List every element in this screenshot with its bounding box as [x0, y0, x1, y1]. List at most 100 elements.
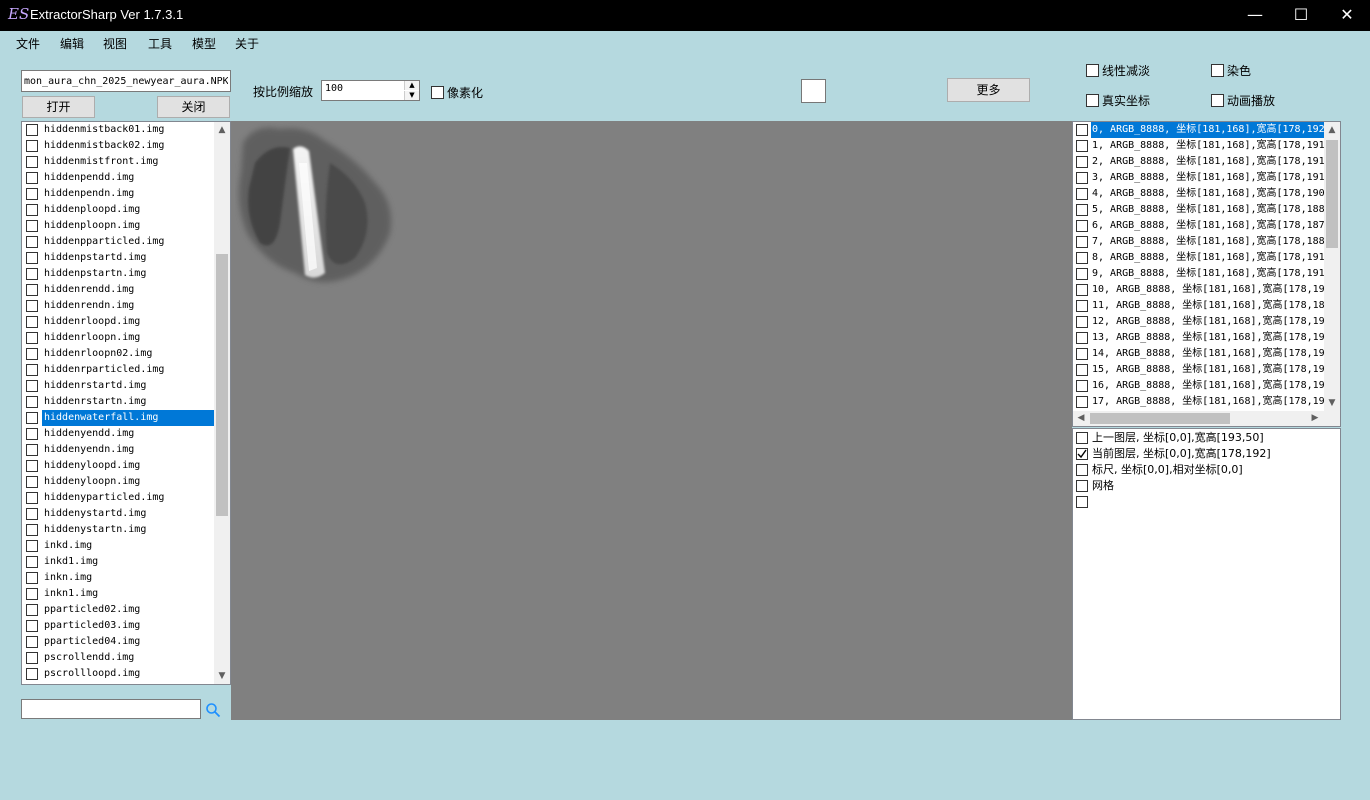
color-swatch[interactable] — [801, 79, 826, 103]
file-checkbox[interactable] — [26, 220, 38, 232]
file-list-item[interactable]: hiddenmistback01.img — [24, 122, 214, 138]
frame-checkbox[interactable] — [1076, 220, 1088, 232]
minimize-button[interactable]: — — [1232, 0, 1278, 31]
file-checkbox[interactable] — [26, 540, 38, 552]
file-list-item[interactable]: hiddenyloopn.img — [24, 474, 214, 490]
file-checkbox[interactable] — [26, 428, 38, 440]
file-list-item[interactable]: inkn.img — [24, 570, 214, 586]
file-checkbox[interactable] — [26, 380, 38, 392]
file-checkbox[interactable] — [26, 284, 38, 296]
file-list-item[interactable]: hiddenystartd.img — [24, 506, 214, 522]
frame-checkbox[interactable] — [1076, 332, 1088, 344]
frame-scroll-thumb[interactable] — [1326, 140, 1338, 248]
layer-checkbox[interactable] — [1076, 496, 1088, 508]
layer-checkbox-checked[interactable] — [1076, 448, 1088, 460]
file-list-item[interactable]: hiddenpendd.img — [24, 170, 214, 186]
spin-up-icon[interactable]: ▲ — [404, 81, 419, 90]
spin-down-icon[interactable]: ▼ — [404, 91, 419, 100]
file-list-item[interactable]: inkd.img — [24, 538, 214, 554]
frame-scroll-left-icon[interactable]: ◀ — [1073, 410, 1089, 425]
file-list-item[interactable]: hiddenmistfront.img — [24, 154, 214, 170]
menu-edit[interactable]: 编辑 — [60, 35, 84, 53]
file-checkbox[interactable] — [26, 252, 38, 264]
file-list-item[interactable]: hiddenrendn.img — [24, 298, 214, 314]
file-checkbox[interactable] — [26, 172, 38, 184]
file-checkbox[interactable] — [26, 604, 38, 616]
animate-checkbox[interactable] — [1211, 94, 1224, 107]
file-checkbox[interactable] — [26, 396, 38, 408]
close-window-button[interactable]: ✕ — [1324, 0, 1370, 31]
frame-checkbox[interactable] — [1076, 380, 1088, 392]
search-input[interactable] — [21, 699, 201, 719]
menu-model[interactable]: 模型 — [192, 35, 216, 53]
layer-checkbox[interactable] — [1076, 432, 1088, 444]
file-list-item[interactable]: hiddenystartn.img — [24, 522, 214, 538]
file-checkbox[interactable] — [26, 636, 38, 648]
file-list-item[interactable]: hiddenrloopd.img — [24, 314, 214, 330]
file-list-item[interactable]: pparticled04.img — [24, 634, 214, 650]
file-checkbox[interactable] — [26, 300, 38, 312]
frame-checkbox[interactable] — [1076, 156, 1088, 168]
menu-tools[interactable]: 工具 — [148, 35, 172, 53]
file-list-item[interactable]: hiddenrendd.img — [24, 282, 214, 298]
frame-checkbox[interactable] — [1076, 252, 1088, 264]
layer-checkbox[interactable] — [1076, 464, 1088, 476]
file-list-item[interactable]: hiddenrstartd.img — [24, 378, 214, 394]
file-list-item[interactable]: pparticled03.img — [24, 618, 214, 634]
file-checkbox[interactable] — [26, 204, 38, 216]
file-list-scrollbar[interactable]: ▲ ▼ — [214, 122, 230, 684]
file-list-item[interactable]: hiddenploopd.img — [24, 202, 214, 218]
file-checkbox[interactable] — [26, 524, 38, 536]
file-list-item[interactable]: hiddenyendd.img — [24, 426, 214, 442]
file-list-item[interactable]: pscrollloopd.img — [24, 666, 214, 682]
file-list-item[interactable]: hiddenrloopn02.img — [24, 346, 214, 362]
file-checkbox[interactable] — [26, 460, 38, 472]
file-checkbox[interactable] — [26, 508, 38, 520]
menu-view[interactable]: 视图 — [103, 35, 127, 53]
close-file-button[interactable]: 关闭 — [157, 96, 230, 118]
file-list-item[interactable]: hiddenpstartn.img — [24, 266, 214, 282]
maximize-button[interactable]: ☐ — [1278, 0, 1324, 31]
file-checkbox[interactable] — [26, 332, 38, 344]
file-checkbox[interactable] — [26, 348, 38, 360]
frame-checkbox[interactable] — [1076, 316, 1088, 328]
menu-file[interactable]: 文件 — [16, 35, 40, 53]
frame-checkbox[interactable] — [1076, 300, 1088, 312]
frame-hscroll-thumb[interactable] — [1090, 413, 1230, 424]
layer-list[interactable]: 上一图层, 坐标[0,0],宽高[193,50] 当前图层, 坐标[0,0],宽高… — [1072, 428, 1341, 720]
file-list-item[interactable]: hiddenpparticled.img — [24, 234, 214, 250]
frame-checkbox[interactable] — [1076, 364, 1088, 376]
file-list-item[interactable]: pscrollendd.img — [24, 650, 214, 666]
frame-checkbox[interactable] — [1076, 396, 1088, 408]
pixelate-checkbox[interactable] — [431, 86, 444, 99]
frame-scroll-down-icon[interactable]: ▼ — [1324, 395, 1340, 411]
file-checkbox[interactable] — [26, 412, 38, 424]
file-checkbox[interactable] — [26, 492, 38, 504]
frame-checkbox[interactable] — [1076, 188, 1088, 200]
frame-checkbox[interactable] — [1076, 268, 1088, 280]
scroll-up-icon[interactable]: ▲ — [214, 122, 230, 138]
frame-checkbox[interactable] — [1076, 236, 1088, 248]
file-list-item[interactable]: hiddenyendn.img — [24, 442, 214, 458]
scale-spinner[interactable]: 100 ▲ ▼ — [321, 80, 420, 101]
frame-list-hscrollbar[interactable]: ◀ ▶ — [1073, 411, 1340, 426]
file-checkbox[interactable] — [26, 444, 38, 456]
file-list[interactable]: hiddenmistback01.img hiddenmistback02.img… — [21, 121, 231, 685]
file-list-item[interactable]: hiddenyparticled.img — [24, 490, 214, 506]
more-button[interactable]: 更多 — [947, 78, 1030, 102]
frame-list[interactable]: 0, ARGB_8888, 坐标[181,168],宽高[178,192 1, A… — [1072, 121, 1341, 427]
file-checkbox[interactable] — [26, 476, 38, 488]
file-list-item[interactable]: hiddenwaterfall.img — [24, 410, 214, 426]
file-checkbox[interactable] — [26, 156, 38, 168]
file-checkbox[interactable] — [26, 652, 38, 664]
file-list-item[interactable]: inkn1.img — [24, 586, 214, 602]
file-checkbox[interactable] — [26, 268, 38, 280]
menu-about[interactable]: 关于 — [235, 35, 259, 53]
file-checkbox[interactable] — [26, 556, 38, 568]
file-path-field[interactable] — [21, 70, 231, 92]
file-list-item[interactable]: hiddenrparticled.img — [24, 362, 214, 378]
frame-checkbox[interactable] — [1076, 284, 1088, 296]
file-list-item[interactable]: hiddenyloopd.img — [24, 458, 214, 474]
scroll-down-icon[interactable]: ▼ — [214, 668, 230, 684]
file-checkbox[interactable] — [26, 236, 38, 248]
